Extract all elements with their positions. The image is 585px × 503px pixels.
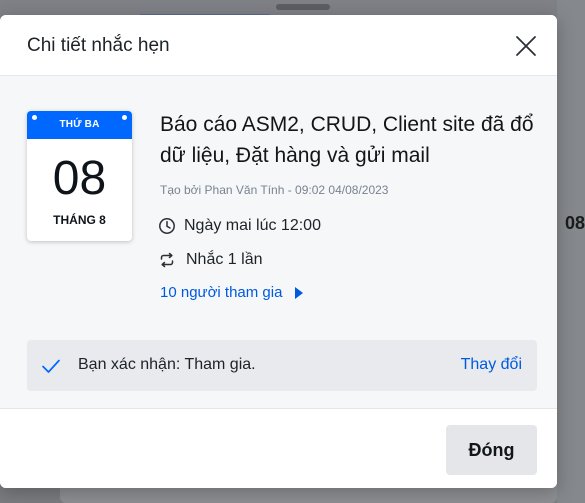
calendar-ring-right: [122, 115, 127, 120]
confirmation-bar: Bạn xác nhận: Tham gia. Thay đổi: [27, 340, 537, 391]
dialog-header: Chi tiết nhắc hẹn: [0, 15, 557, 76]
background-handle: [276, 4, 330, 10]
background-date-text: 08: [565, 213, 585, 233]
calendar-day: 08: [52, 152, 107, 205]
close-icon[interactable]: [511, 31, 541, 61]
reminder-detail-dialog: Chi tiết nhắc hẹn THỨ BA 08 THÁNG 8 Báo …: [0, 15, 557, 488]
event-title: Báo cáo ASM2, CRUD, Client site đã đổ dữ…: [160, 113, 534, 167]
repeat-icon: [160, 252, 174, 268]
close-button[interactable]: Đóng: [446, 425, 537, 475]
calendar-ring-left: [32, 115, 37, 120]
event-created-by: Tạo bởi Phan Văn Tính - 09:02 04/08/2023: [160, 183, 389, 197]
calendar-month: THÁNG 8: [53, 213, 106, 227]
dialog-footer: Đóng: [0, 408, 557, 488]
event-repeat: Nhắc 1 lần: [186, 251, 263, 268]
calendar-weekday: THỨ BA: [27, 111, 132, 139]
caret-right-icon: [295, 286, 304, 299]
participants-link[interactable]: 10 người tham gia: [160, 284, 304, 301]
clock-icon: [159, 218, 175, 234]
event-repeat-row: Nhắc 1 lần: [158, 251, 263, 269]
dialog-title: Chi tiết nhắc hẹn: [27, 35, 170, 56]
confirmation-status: Bạn xác nhận: Tham gia.: [78, 356, 256, 373]
dialog-body: THỨ BA 08 THÁNG 8 Báo cáo ASM2, CRUD, Cl…: [0, 77, 557, 407]
participants-label: 10 người tham gia: [160, 284, 283, 301]
calendar-tile: THỨ BA 08 THÁNG 8: [27, 111, 132, 241]
event-time-row: Ngày mai lúc 12:00: [158, 217, 321, 235]
event-time: Ngày mai lúc 12:00: [184, 217, 321, 234]
background-right-panel: [557, 0, 585, 503]
check-icon: [42, 359, 60, 373]
change-response-link[interactable]: Thay đổi: [461, 356, 522, 374]
